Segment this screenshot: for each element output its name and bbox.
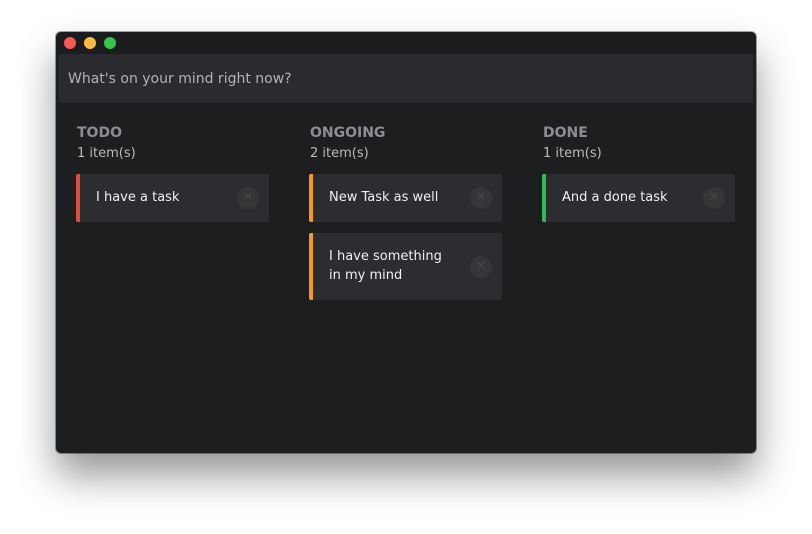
column-title: DONE: [543, 125, 588, 141]
task-card[interactable]: And a done task ✕: [542, 174, 735, 222]
minimize-window-button[interactable]: [84, 37, 96, 49]
close-icon[interactable]: ✕: [470, 187, 492, 209]
column-item-count: 2 item(s): [310, 146, 369, 161]
close-icon[interactable]: ✕: [703, 187, 725, 209]
title-bar: [56, 32, 756, 53]
column-item-count: 1 item(s): [77, 146, 136, 161]
card-list: I have a task ✕: [76, 174, 270, 222]
column-done: DONE 1 item(s) And a done task ✕: [542, 124, 736, 233]
close-window-button[interactable]: [64, 37, 76, 49]
column-todo: TODO 1 item(s) I have a task ✕: [76, 124, 270, 233]
column-title: TODO: [77, 125, 122, 141]
column-title: ONGOING: [310, 125, 386, 141]
task-text: New Task as well: [329, 190, 439, 205]
task-text: And a done task: [562, 190, 668, 205]
card-list: And a done task ✕: [542, 174, 736, 222]
task-text: I have something in my mind: [329, 249, 442, 283]
close-icon[interactable]: ✕: [237, 187, 259, 209]
task-card[interactable]: I have a task ✕: [76, 174, 269, 222]
column-item-count: 1 item(s): [543, 146, 602, 161]
card-list: New Task as well ✕ I have something in m…: [309, 174, 503, 300]
task-card[interactable]: New Task as well ✕: [309, 174, 502, 222]
app-window: TODO 1 item(s) I have a task ✕ ONGOING 2…: [56, 32, 756, 453]
maximize-window-button[interactable]: [104, 37, 116, 49]
close-icon[interactable]: ✕: [470, 255, 492, 278]
new-task-input[interactable]: [59, 54, 753, 103]
task-text: I have a task: [96, 190, 180, 205]
task-card[interactable]: I have something in my mind ✕: [309, 233, 502, 300]
column-ongoing: ONGOING 2 item(s) New Task as well ✕ I h…: [309, 124, 503, 311]
